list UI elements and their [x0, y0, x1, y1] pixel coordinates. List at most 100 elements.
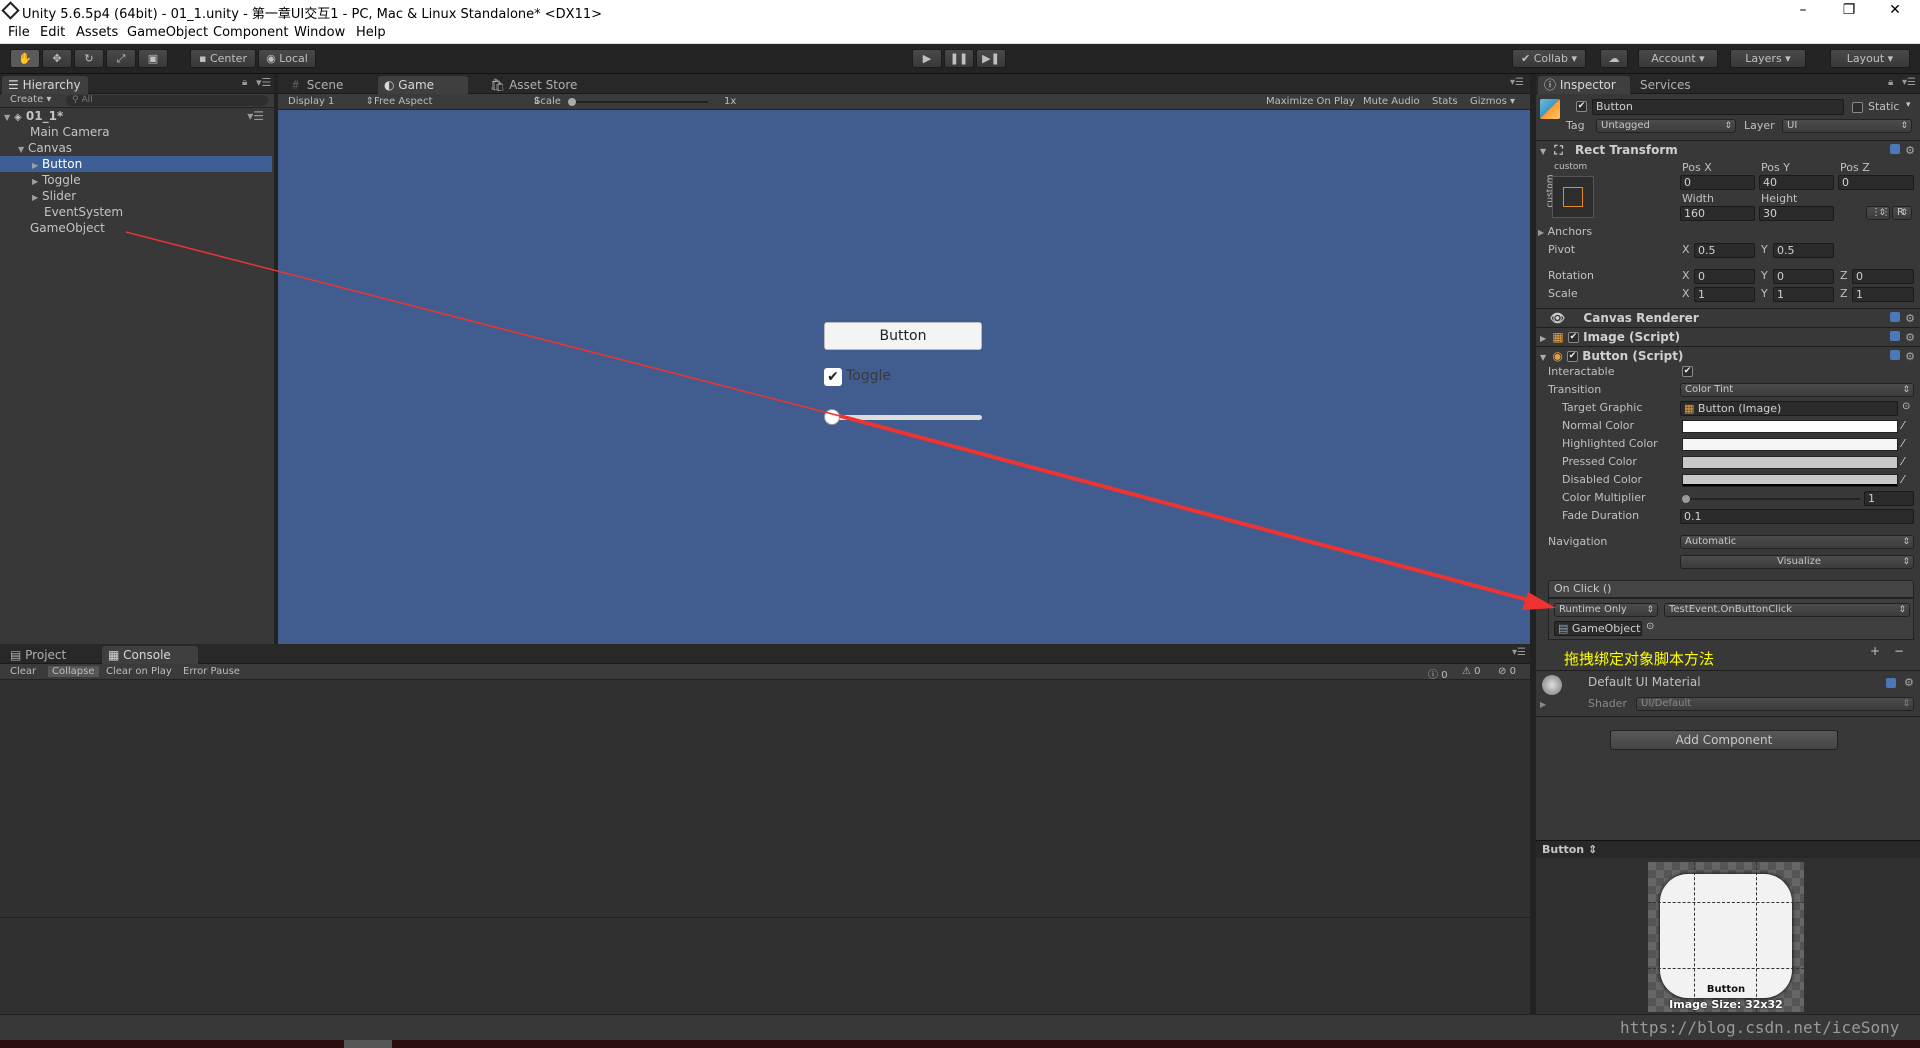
rotation-y-field[interactable]: 0	[1773, 269, 1834, 284]
highlighted-color-field[interactable]	[1682, 438, 1898, 451]
canvas-renderer-header[interactable]: 👁︎ Canvas Renderer ⚙	[1536, 308, 1920, 326]
log-count[interactable]: ⓘ 0	[1428, 666, 1448, 681]
color-multiplier-thumb[interactable]	[1682, 495, 1690, 503]
pos-z-field[interactable]: 0	[1838, 175, 1914, 190]
tab-game[interactable]: ◐ Game	[378, 76, 468, 94]
gizmos-dropdown[interactable]: Gizmos ▾	[1470, 96, 1515, 107]
shader-dropdown[interactable]: UI/Default	[1636, 697, 1914, 711]
image-enabled-checkbox[interactable]: ✔	[1567, 332, 1579, 343]
static-checkbox[interactable]	[1852, 102, 1863, 113]
layers-dropdown[interactable]: Layers ▾	[1730, 49, 1806, 68]
scale-x-field[interactable]: 1	[1694, 287, 1755, 302]
rotation-x-field[interactable]: 0	[1694, 269, 1755, 284]
help-icon[interactable]	[1886, 678, 1896, 688]
color-multiplier-slider[interactable]	[1682, 495, 1860, 503]
hierarchy-item-canvas[interactable]: ▼ Canvas	[0, 140, 272, 156]
gear-icon[interactable]: ⚙	[1904, 676, 1915, 689]
hierarchy-item-gameobject[interactable]: GameObject	[0, 220, 272, 236]
console-error-pause-toggle[interactable]: Error Pause	[183, 666, 240, 677]
menu-file[interactable]: File	[8, 25, 30, 40]
scene-root-row[interactable]: ▼ ◈ 01_1* ▾☰	[0, 108, 272, 124]
tab-services[interactable]: Services	[1634, 76, 1704, 94]
hierarchy-item-button[interactable]: ▶ Button	[0, 156, 272, 172]
console-collapse-toggle[interactable]: Collapse	[48, 666, 99, 677]
gear-icon[interactable]: ⚙	[1905, 329, 1915, 347]
pos-y-field[interactable]: 40	[1759, 175, 1834, 190]
tab-project[interactable]: ▤ Project	[4, 646, 94, 664]
pivot-y-field[interactable]: 0.5	[1773, 243, 1834, 258]
object-picker-icon[interactable]: ⊙	[1646, 621, 1654, 632]
gear-icon[interactable]: ⚙	[1905, 310, 1915, 328]
interactable-checkbox[interactable]: ✔	[1682, 366, 1693, 377]
scale-slider-thumb[interactable]	[568, 98, 576, 106]
game-ui-toggle-checkbox[interactable]: ✔	[824, 368, 842, 386]
eyedropper-icon[interactable]: ⁄	[1902, 455, 1904, 468]
menu-edit[interactable]: Edit	[40, 25, 65, 40]
game-ui-slider[interactable]	[826, 415, 982, 420]
console-clear-button[interactable]: Clear	[10, 666, 36, 677]
menu-help[interactable]: Help	[356, 25, 386, 40]
step-button[interactable]: ▶❚	[976, 49, 1006, 68]
onclick-object-field[interactable]: ▤ GameObject	[1554, 621, 1642, 636]
rotate-tool-icon[interactable]: ↻	[74, 49, 104, 68]
help-icon[interactable]	[1890, 350, 1900, 360]
account-dropdown[interactable]: Account ▾	[1638, 49, 1718, 68]
scale-z-field[interactable]: 1	[1852, 287, 1914, 302]
help-icon[interactable]	[1890, 331, 1900, 341]
image-script-header[interactable]: ▶ ▦ ✔ Image (Script) ⚙	[1536, 327, 1920, 345]
button-script-header[interactable]: ▼ ◉ ✔ Button (Script) ⚙	[1536, 346, 1920, 364]
mute-audio-toggle[interactable]: Mute Audio	[1363, 96, 1420, 107]
scale-slider[interactable]	[568, 98, 708, 106]
target-graphic-field[interactable]: ▦ Button (Image)	[1680, 401, 1898, 416]
hand-tool-icon[interactable]: ✋	[10, 49, 40, 68]
eyedropper-icon[interactable]: ⁄	[1902, 473, 1904, 486]
move-tool-icon[interactable]: ✥	[42, 49, 72, 68]
console-clear-on-play-toggle[interactable]: Clear on Play	[106, 666, 172, 677]
close-button[interactable]: ✕	[1872, 0, 1918, 22]
rect-tool-icon[interactable]: ▣	[138, 49, 168, 68]
tag-dropdown[interactable]: Untagged	[1596, 119, 1736, 133]
help-icon[interactable]	[1890, 312, 1900, 322]
runtime-mode-dropdown[interactable]: Runtime Only	[1554, 603, 1658, 617]
panel-menu-icon[interactable]: ▾☰	[1510, 77, 1524, 88]
collapse-arrow-icon[interactable]: ▶	[1540, 334, 1546, 343]
preview-header[interactable]: Button ⇕	[1536, 840, 1920, 858]
pos-x-field[interactable]: 0	[1680, 175, 1755, 190]
visualize-button[interactable]: Visualize	[1680, 555, 1914, 569]
pivot-local-toggle[interactable]: ◉ Local	[258, 49, 316, 68]
minimize-button[interactable]: –	[1780, 0, 1826, 22]
pause-button[interactable]: ❚❚	[944, 49, 974, 68]
hierarchy-item-eventsystem[interactable]: EventSystem	[0, 204, 272, 220]
object-picker-icon[interactable]: ⊙	[1902, 401, 1910, 412]
console-detail-area[interactable]	[0, 918, 1530, 1014]
height-field[interactable]: 30	[1759, 206, 1834, 221]
console-log-area[interactable]	[0, 680, 1530, 918]
eyedropper-icon[interactable]: ⁄	[1902, 437, 1904, 450]
tab-asset-store[interactable]: 🛍︎ Asset Store	[484, 76, 580, 94]
pivot-center-toggle[interactable]: ▪ Center	[190, 49, 256, 68]
pivot-x-field[interactable]: 0.5	[1694, 243, 1755, 258]
collapse-arrow-icon[interactable]: ▶	[1538, 228, 1544, 237]
hierarchy-search-input[interactable]: ⚲ All	[66, 95, 268, 106]
scale-tool-icon[interactable]: ⤢	[106, 49, 136, 68]
expand-arrow-icon[interactable]: ▼	[1540, 353, 1546, 362]
menu-gameobject[interactable]: GameObject	[127, 25, 208, 40]
remove-listener-button[interactable]: −	[1894, 644, 1904, 658]
rect-transform-header[interactable]: ▼ ⛶ Rect Transform ⚙	[1536, 140, 1920, 158]
menu-component[interactable]: Component	[213, 25, 288, 40]
maximize-button[interactable]: ❐	[1826, 0, 1872, 22]
menu-window[interactable]: Window	[294, 25, 345, 40]
active-checkbox[interactable]: ✔	[1576, 101, 1587, 112]
anchors-foldout[interactable]: ▶ Anchors	[1538, 225, 1592, 238]
panel-menu-icon[interactable]: ▾☰	[256, 76, 271, 89]
add-listener-button[interactable]: +	[1870, 644, 1880, 658]
gear-icon[interactable]: ⚙	[1905, 142, 1915, 160]
collab-dropdown[interactable]: ✔ Collab ▾	[1512, 49, 1586, 68]
create-dropdown[interactable]: Create ▾	[10, 94, 51, 105]
collapse-arrow-icon[interactable]: ▶	[1540, 700, 1546, 709]
expand-arrow-icon[interactable]: ▼	[1540, 147, 1546, 156]
aspect-dropdown[interactable]: Free Aspect ⇕	[374, 96, 541, 107]
scale-y-field[interactable]: 1	[1773, 287, 1834, 302]
stats-toggle[interactable]: Stats	[1432, 96, 1458, 107]
hierarchy-item-main-camera[interactable]: Main Camera	[0, 124, 272, 140]
